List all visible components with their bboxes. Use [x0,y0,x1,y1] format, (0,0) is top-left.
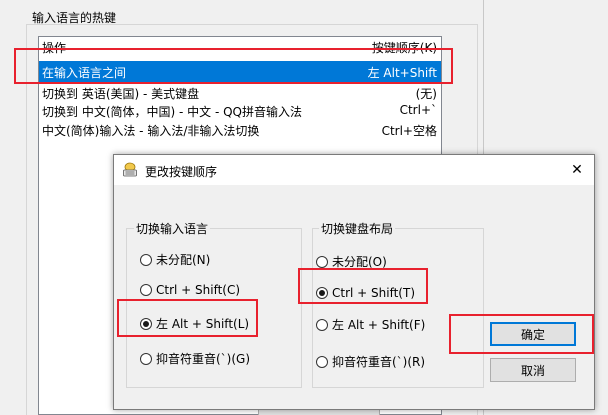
radio-label: 未分配(N) [156,253,211,267]
radio-layout-grave-accent[interactable]: 抑音符重音(`)(R) [316,353,425,370]
highlight-box-selected-row [14,48,453,84]
radio-label: 抑音符重音(`)(R) [332,355,426,369]
list-item-qq-pinyin[interactable]: 切换到 中文(简体，中国) - 中文 - QQ拼音输入法 Ctrl+` [39,100,441,121]
radio-indicator [316,318,328,331]
keyboard-icon [123,162,137,177]
cancel-button[interactable]: 取消 [490,358,576,382]
radio-indicator [140,284,152,296]
switch-keyboard-layout-label: 切换键盘布局 [319,220,396,237]
highlight-box-ctrl-shift [298,268,428,304]
hotkeys-group-title: 输入语言的热键 [32,11,117,25]
radio-indicator [140,253,152,266]
radio-label: 左 Alt + Shift(F) [332,318,426,332]
radio-layout-left-alt-shift[interactable]: 左 Alt + Shift(F) [316,316,425,333]
highlight-box-left-alt-shift [117,299,258,337]
radio-lang-ctrl-shift[interactable]: Ctrl + Shift(C) [140,283,240,297]
radio-lang-unassigned[interactable]: 未分配(N) [140,251,210,268]
screen: 输入语言的热键 操作 按键顺序(K) 在输入语言之间 左 Alt+Shift 切… [0,0,608,415]
row-key: Ctrl+` [399,103,437,117]
radio-label: Ctrl + Shift(C) [156,283,241,297]
row-action: 切换到 中文(简体，中国) - 中文 - QQ拼音输入法 [42,105,302,119]
row-key: Ctrl+空格 [381,124,437,138]
highlight-box-ok-button [449,314,594,354]
close-button[interactable]: ✕ [560,155,594,185]
radio-label: 抑音符重音(`)(G) [156,352,251,366]
close-icon: ✕ [571,162,583,178]
dialog-titlebar[interactable]: 更改按键顺序 ✕ [114,155,594,185]
list-item-ime-toggle[interactable]: 中文(简体)输入法 - 输入法/非输入法切换 Ctrl+空格 [39,119,441,140]
radio-indicator [140,352,152,365]
dialog-title: 更改按键顺序 [145,165,218,179]
radio-indicator [316,355,328,368]
radio-indicator [316,255,328,268]
switch-input-language-label: 切换输入语言 [134,220,211,237]
radio-lang-grave-accent[interactable]: 抑音符重音(`)(G) [140,350,250,367]
row-action: 中文(简体)输入法 - 输入法/非输入法切换 [42,124,260,138]
